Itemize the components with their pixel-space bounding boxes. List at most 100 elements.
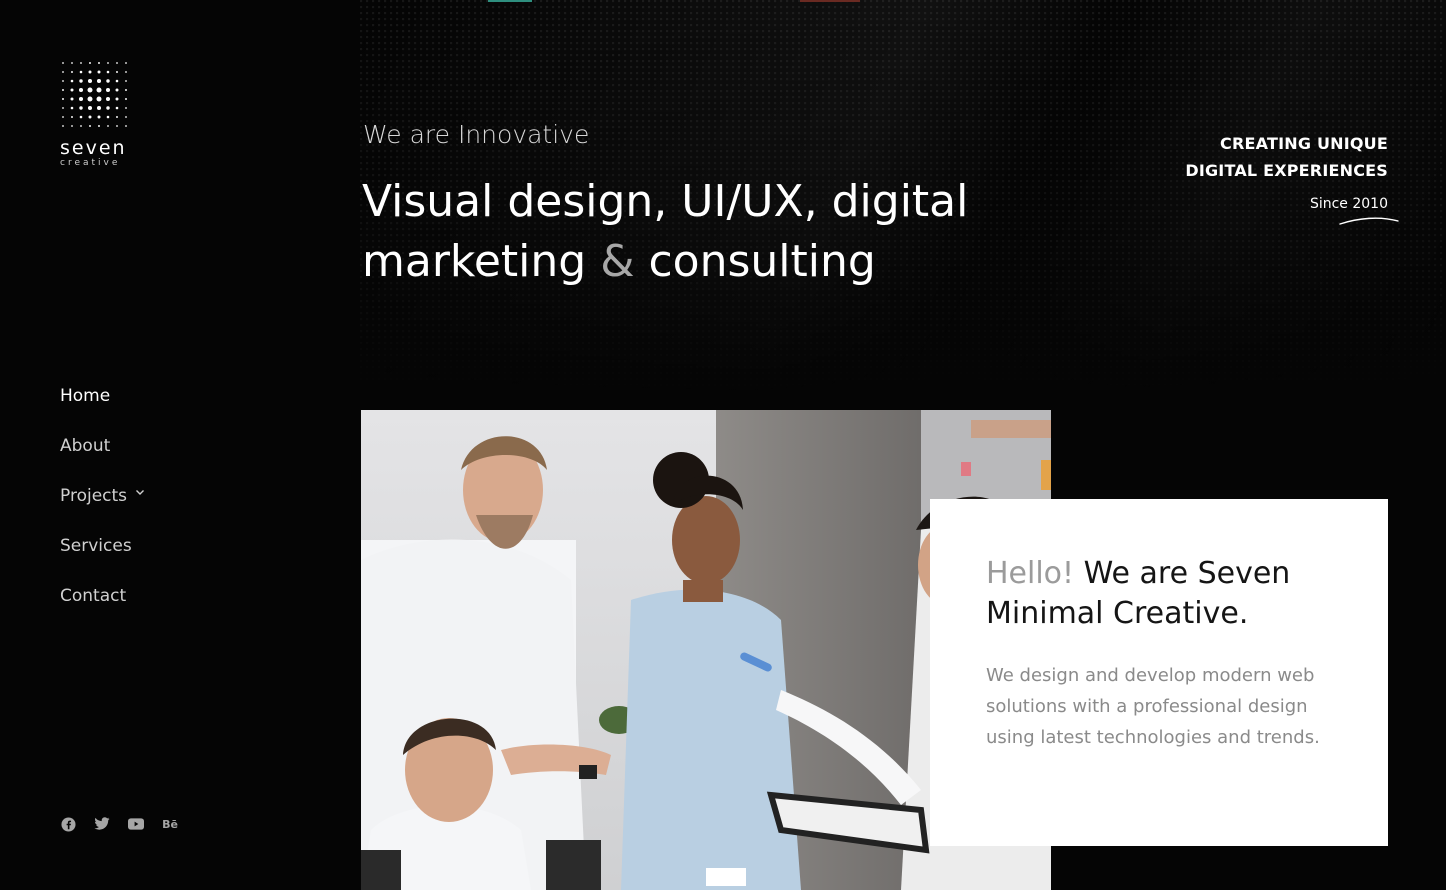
logo-dot	[62, 98, 64, 100]
logo-dot	[97, 70, 101, 74]
logo-dot	[62, 107, 64, 109]
logo-dot	[96, 96, 102, 102]
logo-dot	[87, 78, 93, 84]
hero-eyebrow: We are Innovative	[363, 120, 590, 149]
card-title: Hello! We are Seven Minimal Creative.	[986, 554, 1332, 634]
logo-dot	[78, 96, 84, 102]
nav-item-contact[interactable]: Contact	[60, 583, 145, 633]
card-description: We design and develop modern web solutio…	[986, 665, 1320, 748]
youtube-icon[interactable]	[128, 816, 144, 832]
chevron-down-icon	[136, 490, 145, 495]
top-accent-bar-secondary	[800, 0, 860, 2]
nav-item-home[interactable]: Home	[60, 383, 145, 433]
logo-dot	[96, 87, 102, 93]
card-title-line-2: Minimal Creative.	[986, 596, 1249, 631]
logo-dot	[62, 116, 64, 118]
swoosh-underline-icon	[1339, 217, 1399, 225]
brand-logo[interactable]: seven creative	[60, 60, 132, 168]
logo-dot	[87, 96, 93, 102]
main-navigation: Home About Projects Services Contact	[60, 383, 145, 633]
logo-dot	[115, 79, 119, 83]
logo-dot	[125, 125, 127, 127]
logo-dot	[79, 106, 83, 110]
headline-ampersand: &	[600, 236, 635, 287]
tagline-line-2: DIGITAL EXPERIENCES	[1185, 161, 1388, 180]
top-accent-bar	[488, 0, 532, 2]
logo-dot	[79, 79, 83, 83]
logo-dot	[106, 79, 110, 83]
logo-dot	[70, 79, 74, 83]
dot-grid-logo-icon	[62, 62, 127, 127]
behance-icon[interactable]: Bē	[162, 816, 178, 832]
logo-dot	[116, 125, 118, 127]
logo-dot	[96, 105, 102, 111]
nav-item-services[interactable]: Services	[60, 533, 145, 583]
twitter-icon[interactable]	[94, 816, 110, 832]
logo-dot	[79, 115, 83, 119]
logo-dot	[105, 96, 111, 102]
logo-dot	[125, 89, 127, 91]
logo-dot	[105, 87, 111, 93]
since-label: Since 2010	[1309, 196, 1388, 212]
brand-name: seven	[60, 137, 127, 159]
headline-line-2-end: consulting	[634, 236, 876, 287]
logo-dot	[70, 97, 74, 101]
logo-dot	[125, 98, 127, 100]
logo-dot	[62, 71, 64, 73]
logo-dot	[78, 87, 84, 93]
logo-dot	[80, 125, 82, 127]
logo-dot	[125, 71, 127, 73]
logo-dot	[71, 125, 73, 127]
logo-dot	[87, 105, 93, 111]
logo-dot	[106, 115, 110, 119]
logo-dot	[115, 97, 119, 101]
logo-dot	[71, 116, 73, 118]
nav-item-label: About	[60, 436, 111, 456]
logo-dot	[125, 62, 127, 64]
logo-dot	[79, 70, 83, 74]
logo-dot	[71, 71, 73, 73]
hero-headline: Visual design, UI/UX, digital marketing …	[362, 172, 1062, 292]
logo-dot	[87, 87, 93, 93]
logo-dot	[115, 106, 119, 110]
logo-dot	[96, 78, 102, 84]
logo-dot	[88, 115, 92, 119]
logo-dot	[62, 80, 64, 82]
logo-dot	[115, 88, 119, 92]
nav-item-label: Home	[60, 386, 111, 406]
logo-dot	[62, 89, 64, 91]
nav-item-label: Services	[60, 536, 132, 556]
logo-dot	[106, 70, 110, 74]
logo-dot	[71, 62, 73, 64]
logo-dot	[125, 116, 127, 118]
page: seven creative Home About Projects Servi…	[0, 0, 1446, 890]
logo-dot	[98, 125, 100, 127]
logo-dot	[70, 88, 74, 92]
logo-dot	[89, 62, 91, 64]
nav-item-projects[interactable]: Projects	[60, 483, 145, 533]
headline-line-1: Visual design, UI/UX, digital	[362, 176, 969, 227]
logo-dot	[97, 115, 101, 119]
logo-dot	[88, 70, 92, 74]
brand-subtitle: creative	[60, 158, 121, 168]
card-title-hello: Hello!	[986, 556, 1075, 591]
intro-card: Hello! We are Seven Minimal Creative. We…	[930, 499, 1388, 846]
logo-dot	[125, 80, 127, 82]
logo-dot	[125, 107, 127, 109]
tagline-line-1: CREATING UNIQUE	[1220, 134, 1388, 153]
logo-dot	[107, 125, 109, 127]
nav-item-label: Projects	[60, 486, 128, 506]
logo-dot	[106, 106, 110, 110]
logo-dot	[116, 116, 118, 118]
logo-dot	[80, 62, 82, 64]
logo-dot	[107, 62, 109, 64]
logo-dot	[89, 125, 91, 127]
social-links: Bē	[60, 816, 178, 832]
nav-item-about[interactable]: About	[60, 433, 145, 483]
logo-dot	[98, 62, 100, 64]
card-title-rest: We are Seven	[1074, 556, 1291, 591]
logo-dot	[62, 125, 64, 127]
facebook-icon[interactable]	[60, 816, 76, 832]
headline-line-2-start: marketing	[362, 236, 601, 287]
nav-item-label: Contact	[60, 586, 127, 606]
